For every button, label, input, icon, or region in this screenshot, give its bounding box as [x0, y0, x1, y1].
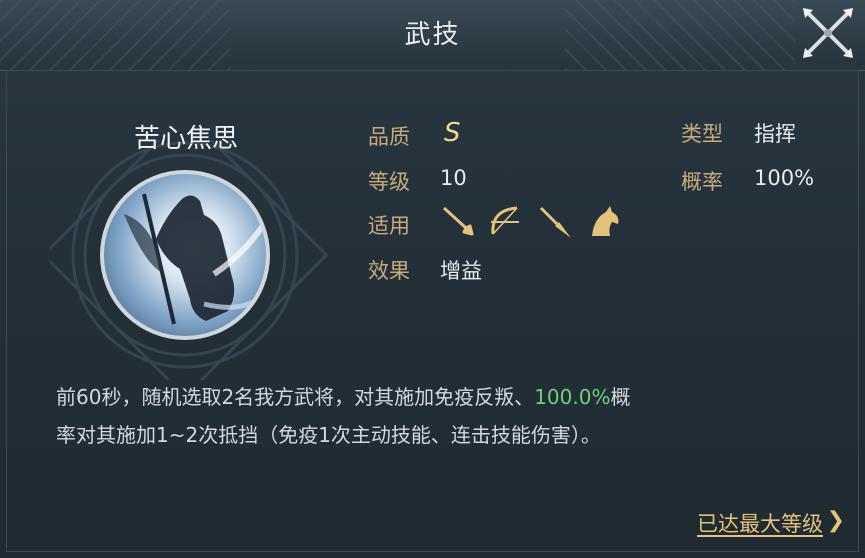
window-title: 武技	[404, 20, 461, 50]
applicable-label: 适用	[368, 214, 410, 238]
quality-label: 品质	[368, 125, 410, 149]
horse-icon	[592, 206, 619, 236]
spear-icon	[539, 206, 571, 238]
quality-value: S	[444, 118, 461, 148]
warrior-silhouette-icon	[124, 193, 266, 325]
sword-icon	[442, 206, 474, 236]
type-label: 类型	[681, 122, 723, 146]
description-highlight: 100.0%	[534, 385, 611, 409]
type-value: 指挥	[754, 122, 796, 146]
skill-name: 苦心焦思	[133, 124, 238, 154]
description-line2: 率对其施加1~2次抵挡（免疫1次主动技能、连击技能伤害）。	[56, 423, 601, 447]
skill-panel: 武技 苦心焦思 品质 S 等级 10 适用 效果 增益 类型 指挥 概率 100…	[0, 0, 865, 558]
close-crossed-swords-icon[interactable]	[799, 4, 857, 62]
skill-description: 前60秒，随机选取2名我方武将，对其施加免疫反叛、100.0%概 率对其施加1~…	[56, 378, 816, 454]
effect-label: 效果	[368, 259, 410, 283]
effect-value: 增益	[440, 259, 482, 283]
chance-value: 100%	[754, 166, 815, 190]
description-part2: 概	[610, 385, 631, 409]
max-level-link[interactable]: 已达最大等级	[697, 508, 823, 538]
skill-portrait	[100, 170, 270, 340]
level-value: 10	[440, 166, 467, 190]
chance-label: 概率	[681, 170, 723, 194]
header-bar: 武技	[0, 0, 865, 71]
description-part1: 前60秒，随机选取2名我方武将，对其施加免疫反叛、	[56, 385, 535, 409]
bow-icon	[491, 206, 519, 235]
level-label: 等级	[368, 170, 410, 194]
chevron-right-icon[interactable]: ❯	[827, 508, 845, 533]
